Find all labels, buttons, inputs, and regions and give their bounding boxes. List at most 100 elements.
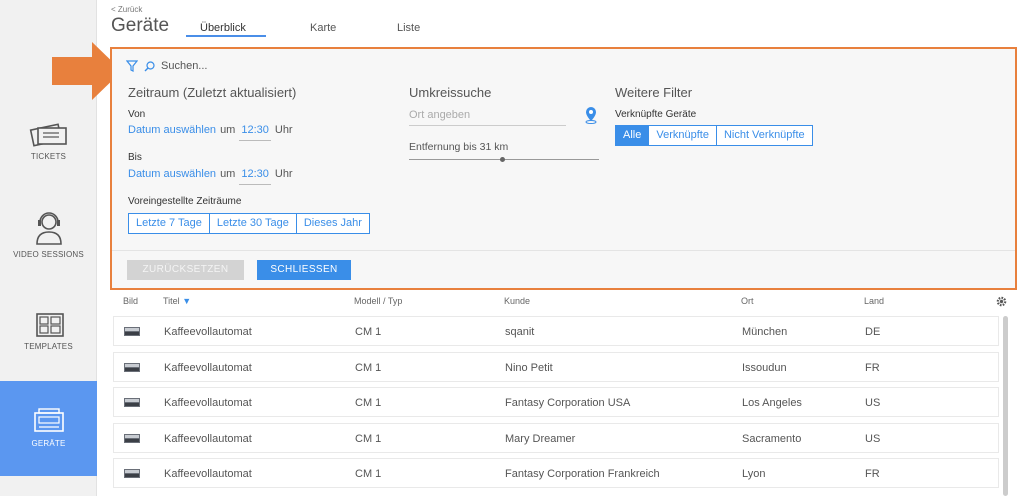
cell-city: München bbox=[742, 326, 788, 338]
cell-country: US bbox=[865, 397, 881, 409]
location-pin-icon[interactable] bbox=[584, 106, 598, 124]
linked-all-button[interactable]: Alle bbox=[615, 125, 650, 146]
to-date-picker[interactable]: Datum auswählen bbox=[128, 168, 216, 180]
col-title[interactable]: Titel ▼ bbox=[163, 296, 191, 306]
from-label: Von bbox=[128, 109, 146, 120]
sidebar-item-tickets[interactable]: TICKETS bbox=[0, 118, 97, 161]
page-title: Geräte bbox=[111, 15, 170, 36]
tab-karte[interactable]: Karte bbox=[310, 22, 336, 34]
device-thumbnail bbox=[124, 433, 140, 443]
scrollbar[interactable] bbox=[1003, 316, 1008, 496]
sidebar-item-label: TEMPLATES bbox=[24, 342, 73, 351]
back-link[interactable]: < Zurück bbox=[111, 5, 142, 14]
cell-title: Kaffeevollautomat bbox=[164, 326, 252, 338]
cell-model: CM 1 bbox=[355, 326, 382, 338]
table-header: Bild Titel ▼ Modell / Typ Kunde Ort Land bbox=[113, 296, 1013, 308]
search-row: Suchen... bbox=[126, 60, 207, 72]
cell-city: Los Angeles bbox=[742, 397, 802, 409]
table-row[interactable]: Kaffeevollautomat CM 1 Fantasy Corporation… bbox=[113, 387, 999, 417]
uhr-label: Uhr bbox=[274, 168, 293, 180]
preset-this-year[interactable]: Dieses Jahr bbox=[295, 213, 370, 234]
preset-last-30-days[interactable]: Letzte 30 Tage bbox=[208, 213, 297, 234]
linked-only-button[interactable]: Verknüpfte bbox=[648, 125, 717, 146]
table-row[interactable]: Kaffeevollautomat CM 1 sqanit München DE bbox=[113, 316, 999, 346]
cell-customer: Mary Dreamer bbox=[505, 432, 576, 445]
cell-country: FR bbox=[865, 468, 880, 480]
to-date-row: Datum auswählen um 12:30 Uhr bbox=[128, 168, 293, 185]
cell-title: Kaffeevollautomat bbox=[164, 397, 252, 409]
cell-city: Lyon bbox=[742, 468, 766, 480]
sidebar-item-label: TICKETS bbox=[30, 152, 67, 161]
col-model[interactable]: Modell / Typ bbox=[354, 296, 402, 306]
device-thumbnail bbox=[124, 398, 140, 407]
cell-model: CM 1 bbox=[355, 432, 382, 445]
cell-city: Sacramento bbox=[742, 432, 802, 445]
sidebar-item-geraete[interactable]: GERÄTE bbox=[0, 381, 97, 476]
sidebar-item-templates[interactable]: TEMPLATES bbox=[0, 312, 97, 351]
col-country[interactable]: Land bbox=[864, 296, 884, 306]
headset-user-icon bbox=[35, 212, 62, 245]
at-label: um bbox=[220, 168, 236, 180]
filter-icon[interactable] bbox=[126, 60, 138, 72]
col-city[interactable]: Ort bbox=[741, 296, 754, 306]
to-time-input[interactable]: 12:30 bbox=[239, 168, 271, 185]
from-date-picker[interactable]: Datum auswählen bbox=[128, 124, 216, 136]
cell-customer: Nino Petit bbox=[505, 361, 553, 374]
cell-model: CM 1 bbox=[355, 361, 382, 374]
radius-title: Umkreissuche bbox=[409, 85, 492, 100]
col-title-label: Titel bbox=[163, 296, 180, 306]
at-label: um bbox=[220, 124, 236, 136]
device-icon bbox=[33, 408, 64, 432]
table-row[interactable]: Kaffeevollautomat CM 1 Fantasy Corporation… bbox=[113, 458, 999, 488]
reset-button[interactable]: ZURÜCKSETZEN bbox=[127, 260, 244, 280]
col-customer[interactable]: Kunde bbox=[504, 296, 530, 306]
not-linked-button[interactable]: Nicht Verknüpfte bbox=[715, 125, 813, 146]
preset-button-group: Letzte 7 Tage Letzte 30 Tage Dieses Jahr bbox=[128, 213, 370, 234]
ticket-icon bbox=[29, 123, 67, 147]
sidebar-item-video-sessions[interactable]: VIDEO SESSIONS bbox=[0, 210, 97, 259]
tab-liste[interactable]: Liste bbox=[397, 22, 420, 34]
cell-title: Kaffeevollautomat bbox=[164, 432, 252, 445]
place-input[interactable]: Ort angeben bbox=[409, 109, 566, 126]
filter-panel: Suchen... Zeitraum (Zuletzt aktualisiert… bbox=[110, 47, 1017, 290]
to-label: Bis bbox=[128, 152, 142, 163]
table-row[interactable]: Kaffeevollautomat CM 1 Mary Dreamer Sacrame… bbox=[113, 422, 999, 453]
device-thumbnail bbox=[124, 327, 140, 336]
cell-model: CM 1 bbox=[355, 397, 382, 409]
distance-label: Entfernung bis 31 km bbox=[409, 141, 509, 153]
template-icon bbox=[35, 313, 64, 337]
linked-button-group: Alle Verknüpfte Nicht Verknüpfte bbox=[615, 125, 813, 146]
cell-country: US bbox=[865, 432, 881, 445]
linked-devices-label: Verknüpfte Geräte bbox=[615, 109, 697, 120]
cell-customer: Fantasy Corporation USA bbox=[505, 397, 631, 409]
device-thumbnail bbox=[124, 469, 140, 478]
sidebar-item-label: GERÄTE bbox=[31, 439, 66, 448]
search-input[interactable]: Suchen... bbox=[161, 60, 207, 72]
period-title: Zeitraum (Zuletzt aktualisiert) bbox=[128, 85, 297, 100]
tab-ueberblick[interactable]: Überblick bbox=[200, 22, 246, 34]
col-image: Bild bbox=[123, 296, 139, 306]
sidebar-item-label: VIDEO SESSIONS bbox=[13, 250, 84, 259]
cell-city: Issoudun bbox=[742, 361, 787, 374]
distance-slider-handle[interactable] bbox=[500, 157, 506, 162]
preset-last-7-days[interactable]: Letzte 7 Tage bbox=[128, 213, 210, 234]
cell-customer: Fantasy Corporation Frankreich bbox=[505, 468, 660, 480]
from-time-input[interactable]: 12:30 bbox=[239, 124, 271, 141]
table-row[interactable]: Kaffeevollautomat CM 1 Nino Petit Issoudun F… bbox=[113, 351, 999, 382]
search-icon bbox=[144, 60, 155, 71]
close-button[interactable]: SCHLIESSEN bbox=[257, 260, 351, 280]
device-thumbnail bbox=[124, 362, 140, 372]
cell-customer: sqanit bbox=[505, 326, 535, 338]
preset-label: Voreingestellte Zeiträume bbox=[128, 196, 242, 207]
cell-title: Kaffeevollautomat bbox=[164, 361, 252, 374]
from-date-row: Datum auswählen um 12:30 Uhr bbox=[128, 124, 293, 141]
more-filters-title: Weitere Filter bbox=[615, 85, 693, 100]
cell-country: FR bbox=[865, 361, 880, 374]
filter-footer: ZURÜCKSETZEN SCHLIESSEN bbox=[112, 250, 1015, 288]
uhr-label: Uhr bbox=[274, 124, 293, 136]
active-tab-indicator bbox=[186, 35, 266, 37]
sort-desc-icon: ▼ bbox=[182, 296, 192, 306]
cell-model: CM 1 bbox=[355, 468, 382, 480]
gear-icon[interactable] bbox=[996, 296, 1007, 307]
cell-country: DE bbox=[865, 326, 881, 338]
